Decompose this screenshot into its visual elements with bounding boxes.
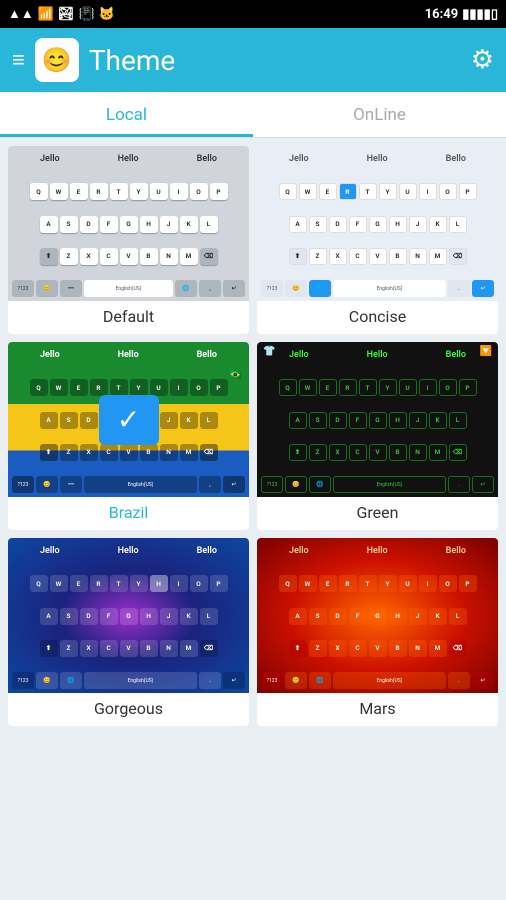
gallery-icon: 🏞 xyxy=(58,7,75,22)
app-icon: 😊 xyxy=(35,38,79,82)
theme-card-brazil[interactable]: JelloHelloBello QWERTYUIOP ASDFGHJKL ⬆ZX… xyxy=(8,342,249,530)
tab-online-label: OnLine xyxy=(353,105,406,125)
theme-label-green: Green xyxy=(257,497,498,530)
settings-icon[interactable]: ⚙ xyxy=(471,45,494,75)
theme-label-brazil: Brazil xyxy=(8,497,249,530)
face-icon: 🐱 xyxy=(99,7,115,22)
theme-card-mars[interactable]: JelloHelloBello QWERTYUIOP ASDFGHJKL ⬆ZX… xyxy=(257,538,498,726)
keyboard-preview-brazil: JelloHelloBello QWERTYUIOP ASDFGHJKL ⬆ZX… xyxy=(8,342,249,497)
theme-label-default: Default xyxy=(8,301,249,334)
status-left-icons: ▲▲ 📶 🏞 📳 🐱 xyxy=(8,6,115,22)
menu-icon[interactable]: ≡ xyxy=(12,47,25,73)
status-bar: ▲▲ 📶 🏞 📳 🐱 16:49 ▮▮▮▮▯ xyxy=(0,0,506,28)
tab-bar: Local OnLine xyxy=(0,92,506,138)
theme-card-concise[interactable]: JelloHelloBello QWERTYUIOP ASDFGHJKL ⬆ZX… xyxy=(257,146,498,334)
keyboard-preview-concise: JelloHelloBello QWERTYUIOP ASDFGHJKL ⬆ZX… xyxy=(257,146,498,301)
theme-label-mars: Mars xyxy=(257,693,498,726)
key-q: Q xyxy=(30,183,48,200)
app-header: ≡ 😊 Theme ⚙ xyxy=(0,28,506,92)
theme-label-concise: Concise xyxy=(257,301,498,334)
tab-local-label: Local xyxy=(106,105,147,125)
theme-label-gorgeous: Gorgeous xyxy=(8,693,249,726)
bluetooth-icon: 📳 xyxy=(78,7,94,22)
keyboard-preview-green: JelloHelloBello QWERTYUIOP ASDFGHJKL ⬆ZX… xyxy=(257,342,498,497)
tab-local[interactable]: Local xyxy=(0,92,253,137)
battery-icon: ▮▮▮▮▯ xyxy=(462,7,498,22)
status-right-icons: 16:49 ▮▮▮▮▯ xyxy=(425,7,498,22)
theme-card-green[interactable]: JelloHelloBello QWERTYUIOP ASDFGHJKL ⬆ZX… xyxy=(257,342,498,530)
keyboard-preview-mars: JelloHelloBello QWERTYUIOP ASDFGHJKL ⬆ZX… xyxy=(257,538,498,693)
time-display: 16:49 xyxy=(425,7,459,22)
suggestions-bar: JelloHelloBello xyxy=(11,150,246,168)
signal-icon: ▲▲ xyxy=(8,6,34,22)
header-left: ≡ 😊 Theme xyxy=(12,38,175,82)
theme-card-default[interactable]: JelloHelloBello QWERTYUIOP ASDFGHJKL ⬆ZX… xyxy=(8,146,249,334)
keyboard-preview-gorgeous: JelloHelloBello QWERTYHIOP ASDFGHJKL ⬆ZX… xyxy=(8,538,249,693)
selected-checkmark: ✓ xyxy=(99,395,159,445)
wifi-icon: 📶 xyxy=(38,7,54,22)
page-title: Theme xyxy=(89,44,175,77)
theme-card-gorgeous[interactable]: JelloHelloBello QWERTYHIOP ASDFGHJKL ⬆ZX… xyxy=(8,538,249,726)
keyboard-preview-default: JelloHelloBello QWERTYUIOP ASDFGHJKL ⬆ZX… xyxy=(8,146,249,301)
tab-online[interactable]: OnLine xyxy=(253,92,506,137)
brazil-flag-icon: 🇧🇷 xyxy=(229,370,245,382)
theme-grid: JelloHelloBello QWERTYUIOP ASDFGHJKL ⬆ZX… xyxy=(0,138,506,734)
suggestions-bar-concise: JelloHelloBello xyxy=(260,150,495,168)
